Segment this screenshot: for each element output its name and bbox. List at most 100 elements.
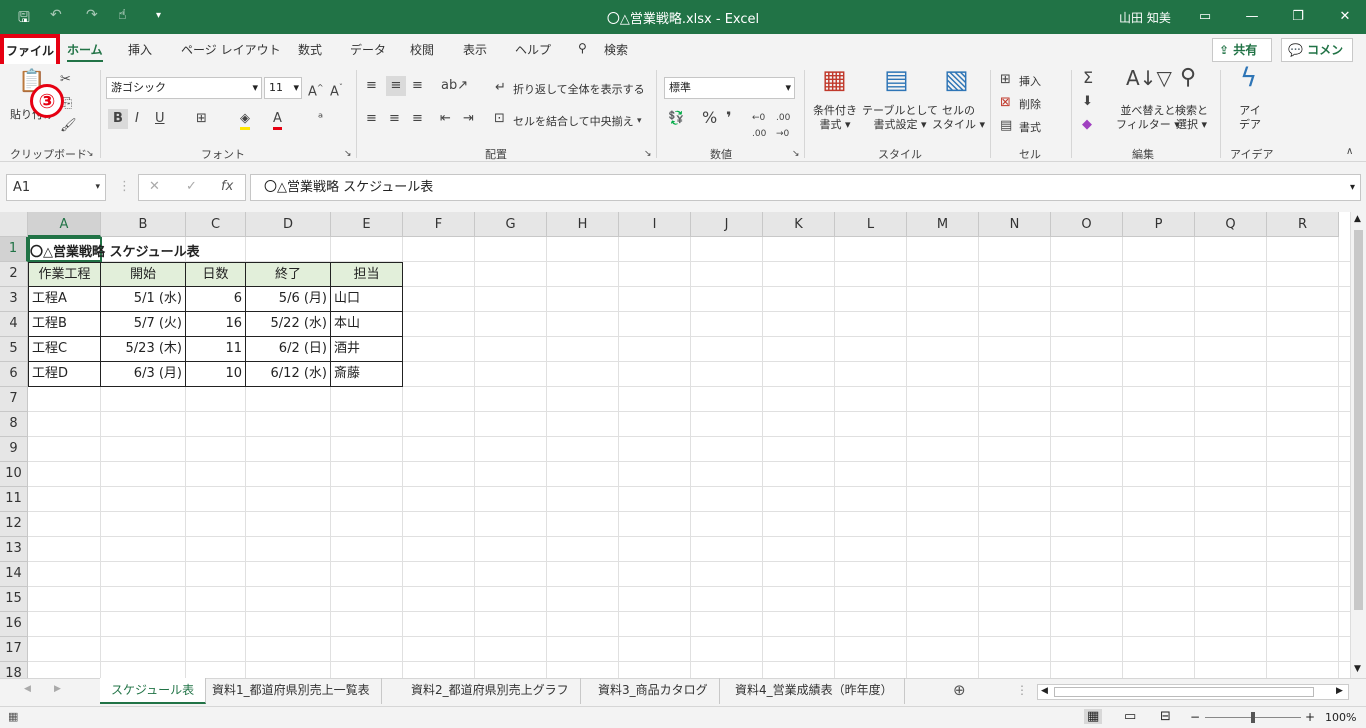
underline-button[interactable]: U	[155, 111, 165, 127]
table-cell[interactable]: 工程D	[28, 362, 101, 387]
row-header-13[interactable]: 13	[0, 537, 28, 562]
conditional-format-button[interactable]: 条件付き 書式 ▾	[813, 104, 857, 132]
align-middle-icon[interactable]: ≡	[386, 76, 406, 96]
wrap-text-icon[interactable]: ↵	[495, 80, 506, 96]
font-color-icon[interactable]: A	[273, 111, 282, 130]
increase-decimal-icon[interactable]: ←0.00	[752, 110, 766, 142]
decrease-indent-icon[interactable]: ⇤	[440, 111, 451, 127]
table-cell[interactable]: 16	[186, 312, 246, 337]
tab-help[interactable]: ヘルプ	[515, 41, 551, 58]
merge-center-button[interactable]: セルを結合して中央揃え	[513, 113, 634, 129]
next-sheet-icon[interactable]: ▶	[54, 684, 61, 694]
column-header-p[interactable]: P	[1123, 212, 1195, 237]
column-header-f[interactable]: F	[403, 212, 475, 237]
column-header-i[interactable]: I	[619, 212, 691, 237]
alignment-launcher-icon[interactable]: ↘	[644, 146, 652, 162]
table-cell[interactable]: 6/2 (日)	[246, 337, 331, 362]
tab-view[interactable]: 表示	[463, 41, 487, 58]
column-header-k[interactable]: K	[763, 212, 835, 237]
ideas-icon[interactable]: ϟ	[1240, 65, 1257, 91]
font-size-select[interactable]: 11 ▾	[264, 77, 302, 99]
column-header-b[interactable]: B	[101, 212, 186, 237]
orientation-icon[interactable]: ab↗	[441, 78, 468, 94]
format-as-table-button[interactable]: テーブルとして 書式設定 ▾	[862, 104, 938, 132]
column-header-q[interactable]: Q	[1195, 212, 1267, 237]
decrease-font-icon[interactable]: Aˇ	[330, 80, 343, 100]
row-header-3[interactable]: 3	[0, 287, 28, 312]
row-header-15[interactable]: 15	[0, 587, 28, 612]
row-header-9[interactable]: 9	[0, 437, 28, 462]
tab-search[interactable]: 検索	[604, 41, 628, 58]
tab-insert[interactable]: 挿入	[128, 41, 152, 58]
chevron-down-icon[interactable]: ▾	[637, 113, 642, 129]
zoom-out-icon[interactable]: −	[1190, 710, 1200, 724]
decrease-decimal-icon[interactable]: .00 →0	[776, 110, 790, 142]
search-icon[interactable]: ⚲	[578, 41, 587, 55]
page-layout-view-icon[interactable]: ▭	[1124, 709, 1136, 724]
table-cell[interactable]: 工程B	[28, 312, 101, 337]
format-painter-icon[interactable]: 🖌	[60, 118, 77, 134]
increase-font-icon[interactable]: A^	[308, 80, 324, 100]
increase-indent-icon[interactable]: ⇥	[463, 111, 474, 127]
column-header-h[interactable]: H	[547, 212, 619, 237]
align-left-icon[interactable]: ≡	[366, 111, 377, 127]
row-header-12[interactable]: 12	[0, 512, 28, 537]
scroll-right-icon[interactable]: ▶	[1336, 686, 1343, 696]
header-cell[interactable]: 終了	[246, 262, 331, 287]
bold-button[interactable]: B	[108, 109, 128, 129]
header-cell[interactable]: 開始	[101, 262, 186, 287]
column-header-a[interactable]: A	[28, 212, 101, 237]
delete-cells-button[interactable]: 削除	[1019, 96, 1041, 112]
sheet-tab-ref2[interactable]: 資料2_都道府県別売上グラフ	[400, 678, 581, 704]
scroll-down-icon[interactable]: ▼	[1354, 664, 1361, 674]
font-name-select[interactable]: 游ゴシック ▾	[106, 77, 262, 99]
page-break-view-icon[interactable]: ⊟	[1160, 709, 1171, 724]
wrap-text-button[interactable]: 折り返して全体を表示する	[513, 81, 645, 97]
sheet-tab-schedule[interactable]: スケジュール表	[100, 678, 207, 704]
ribbon-display-icon[interactable]: ▭	[1190, 6, 1220, 28]
column-header-l[interactable]: L	[835, 212, 907, 237]
row-header-8[interactable]: 8	[0, 412, 28, 437]
comma-button[interactable]: ❜	[726, 110, 732, 126]
phonetic-icon[interactable]: ᵃ	[318, 111, 323, 127]
row-header-2[interactable]: 2	[0, 262, 28, 287]
currency-icon[interactable]: 💱	[668, 111, 684, 127]
zoom-level[interactable]: 100%	[1325, 711, 1356, 724]
number-format-select[interactable]: 標準 ▾	[664, 77, 795, 99]
column-header-m[interactable]: M	[907, 212, 979, 237]
row-header-5[interactable]: 5	[0, 337, 28, 362]
table-cell[interactable]: 本山	[331, 312, 403, 337]
insert-cells-icon[interactable]: ⊞	[1000, 72, 1011, 88]
add-sheet-icon[interactable]: ⊕	[953, 681, 966, 699]
format-cells-button[interactable]: 書式	[1019, 119, 1041, 135]
cancel-icon[interactable]: ✕	[149, 179, 160, 194]
format-cells-icon[interactable]: ▤	[1000, 118, 1012, 134]
table-cell[interactable]: 斎藤	[331, 362, 403, 387]
tab-data[interactable]: データ	[350, 41, 386, 58]
header-cell[interactable]: 日数	[186, 262, 246, 287]
row-header-14[interactable]: 14	[0, 562, 28, 587]
ideas-button[interactable]: アイ デア	[1239, 104, 1261, 132]
enter-icon[interactable]: ✓	[186, 179, 197, 194]
clear-icon[interactable]: ◆	[1082, 117, 1092, 133]
share-button[interactable]: ⇪ 共有	[1212, 38, 1272, 62]
tab-formulas[interactable]: 数式	[298, 41, 322, 58]
row-header-18[interactable]: 18	[0, 662, 28, 678]
column-header-n[interactable]: N	[979, 212, 1051, 237]
name-box[interactable]: A1 ▾	[6, 174, 106, 201]
sheet-tab-ref4[interactable]: 資料4_営業成績表（昨年度）	[724, 678, 905, 704]
row-header-16[interactable]: 16	[0, 612, 28, 637]
column-header-d[interactable]: D	[246, 212, 331, 237]
column-header-c[interactable]: C	[186, 212, 246, 237]
find-select-icon[interactable]: ⚲	[1180, 67, 1196, 89]
align-right-icon[interactable]: ≡	[412, 111, 423, 127]
hscroll-thumb[interactable]	[1054, 687, 1314, 697]
sheet-title[interactable]: 〇△営業戦略 スケジュール表	[30, 241, 200, 260]
column-header-e[interactable]: E	[331, 212, 403, 237]
table-cell[interactable]: 6/12 (水)	[246, 362, 331, 387]
delete-cells-icon[interactable]: ⊠	[1000, 95, 1011, 111]
restore-button[interactable]: ❐	[1283, 6, 1313, 28]
vertical-scrollbar[interactable]: ▲ ▼	[1350, 212, 1366, 678]
table-cell[interactable]: 山口	[331, 287, 403, 312]
row-header-7[interactable]: 7	[0, 387, 28, 412]
